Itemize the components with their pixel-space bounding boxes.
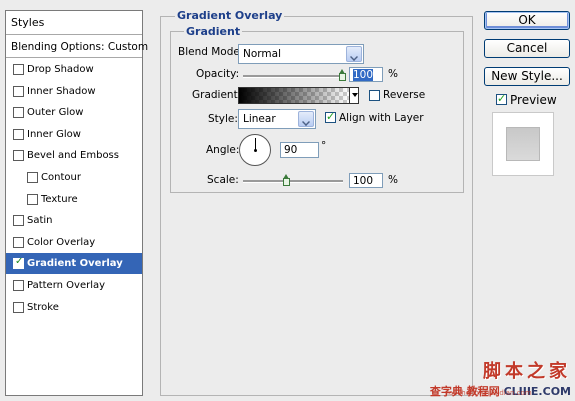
scale-percent: % xyxy=(388,174,398,186)
style-item-label: Drop Shadow xyxy=(27,64,94,75)
subgroup-title: Gradient xyxy=(184,25,243,38)
blend-mode-select[interactable]: Normal xyxy=(238,44,364,64)
checkmark-icon: ✓ xyxy=(497,92,507,105)
angle-dial[interactable] xyxy=(239,134,271,166)
opacity-slider-track[interactable] xyxy=(243,75,343,78)
ok-button[interactable]: OK xyxy=(484,11,570,30)
style-label: Style: xyxy=(208,113,238,125)
style-item-checkbox[interactable]: ✓ xyxy=(13,256,24,270)
opacity-slider-thumb[interactable] xyxy=(339,69,346,81)
gradient-swatch[interactable] xyxy=(238,87,350,104)
style-item-checkbox[interactable] xyxy=(13,85,24,97)
chevron-down-icon[interactable] xyxy=(346,46,362,62)
scale-input[interactable]: 100 xyxy=(349,173,383,188)
preview-thumbnail xyxy=(492,112,554,176)
style-item-label: Pattern Overlay xyxy=(27,280,106,291)
scale-label: Scale: xyxy=(207,174,239,186)
style-item-drop-shadow[interactable]: Drop Shadow xyxy=(6,59,142,80)
style-item-label: Texture xyxy=(41,193,78,205)
checkmark-icon: ✓ xyxy=(15,256,24,268)
style-item-checkbox[interactable] xyxy=(13,150,24,162)
align-with-layer-checkbox[interactable]: ✓ xyxy=(325,110,336,123)
style-item-inner-shadow[interactable]: Inner Shadow xyxy=(6,81,142,102)
style-item-label: Gradient Overlay xyxy=(27,258,123,270)
cancel-button[interactable]: Cancel xyxy=(484,39,570,58)
reverse-checkbox[interactable] xyxy=(369,90,380,101)
styles-panel: Styles Blending Options: Custom Drop Sha… xyxy=(5,10,148,396)
style-item-checkbox[interactable] xyxy=(27,172,38,183)
checkmark-icon: ✓ xyxy=(326,110,336,123)
style-item-satin[interactable]: Satin xyxy=(6,210,142,231)
style-item-contour[interactable]: Contour xyxy=(6,167,142,188)
gradient-dropdown-arrow-icon[interactable] xyxy=(349,87,359,104)
group-title: Gradient Overlay xyxy=(175,9,285,22)
blend-mode-value: Normal xyxy=(243,48,281,60)
style-item-label: Bevel and Emboss xyxy=(27,150,119,162)
preview-label: Preview xyxy=(510,93,557,107)
style-item-inner-glow[interactable]: Inner Glow xyxy=(6,124,142,145)
style-item-gradient-overlay[interactable]: ✓ Gradient Overlay xyxy=(6,253,142,275)
opacity-input[interactable]: 100 xyxy=(349,67,383,82)
style-item-bevel-and-emboss[interactable]: Bevel and Emboss xyxy=(6,145,142,166)
style-item-checkbox[interactable] xyxy=(13,128,24,140)
scale-value: 100 xyxy=(353,175,374,187)
style-select[interactable]: Linear xyxy=(238,109,316,129)
style-item-checkbox[interactable] xyxy=(13,215,24,227)
degree-sign: ° xyxy=(321,140,327,152)
styles-header[interactable]: Styles xyxy=(6,11,142,35)
angle-label: Angle: xyxy=(206,144,240,156)
angle-value: 90 xyxy=(284,144,298,156)
opacity-value: 100 xyxy=(353,69,374,81)
watermark-chinese: 脚本之家 xyxy=(483,361,571,382)
style-item-label: Color Overlay xyxy=(27,236,96,248)
blend-mode-label: Blend Mode: xyxy=(178,46,244,58)
angle-input[interactable]: 90 xyxy=(280,142,319,158)
preview-swatch xyxy=(506,127,540,161)
watermark-url: jiaocheng.chazidian.com xyxy=(445,389,532,397)
style-value: Linear xyxy=(243,113,276,125)
style-item-checkbox[interactable] xyxy=(13,107,24,119)
align-with-layer-label: Align with Layer xyxy=(339,112,424,124)
scale-slider-track[interactable] xyxy=(243,180,343,183)
style-item-stroke[interactable]: Stroke xyxy=(6,297,142,318)
style-item-checkbox[interactable] xyxy=(13,64,24,75)
style-item-outer-glow[interactable]: Outer Glow xyxy=(6,102,142,123)
angle-hub xyxy=(254,149,257,152)
style-item-checkbox[interactable] xyxy=(27,193,38,205)
style-item-checkbox[interactable] xyxy=(13,280,24,291)
style-item-texture[interactable]: Texture xyxy=(6,189,142,210)
new-style-button[interactable]: New Style... xyxy=(484,67,570,86)
opacity-label: Opacity: xyxy=(196,68,240,80)
style-item-checkbox[interactable] xyxy=(13,301,24,313)
style-item-label: Stroke xyxy=(27,301,59,313)
style-item-label: Inner Shadow xyxy=(27,85,96,97)
style-item-label: Inner Glow xyxy=(27,128,81,140)
scale-slider-thumb[interactable] xyxy=(283,174,290,186)
style-item-label: Satin xyxy=(27,215,53,227)
reverse-label: Reverse xyxy=(383,89,426,101)
gradient-label: Gradient: xyxy=(192,89,242,101)
blending-options-item[interactable]: Blending Options: Custom xyxy=(6,36,148,58)
preview-checkbox[interactable]: ✓ xyxy=(496,92,507,105)
chevron-down-icon[interactable] xyxy=(298,111,314,127)
style-item-label: Outer Glow xyxy=(27,107,84,119)
style-item-pattern-overlay[interactable]: Pattern Overlay xyxy=(6,275,142,296)
opacity-percent: % xyxy=(388,68,398,80)
style-item-color-overlay[interactable]: Color Overlay xyxy=(6,232,142,253)
style-item-checkbox[interactable] xyxy=(13,236,24,248)
style-item-label: Contour xyxy=(41,172,81,183)
